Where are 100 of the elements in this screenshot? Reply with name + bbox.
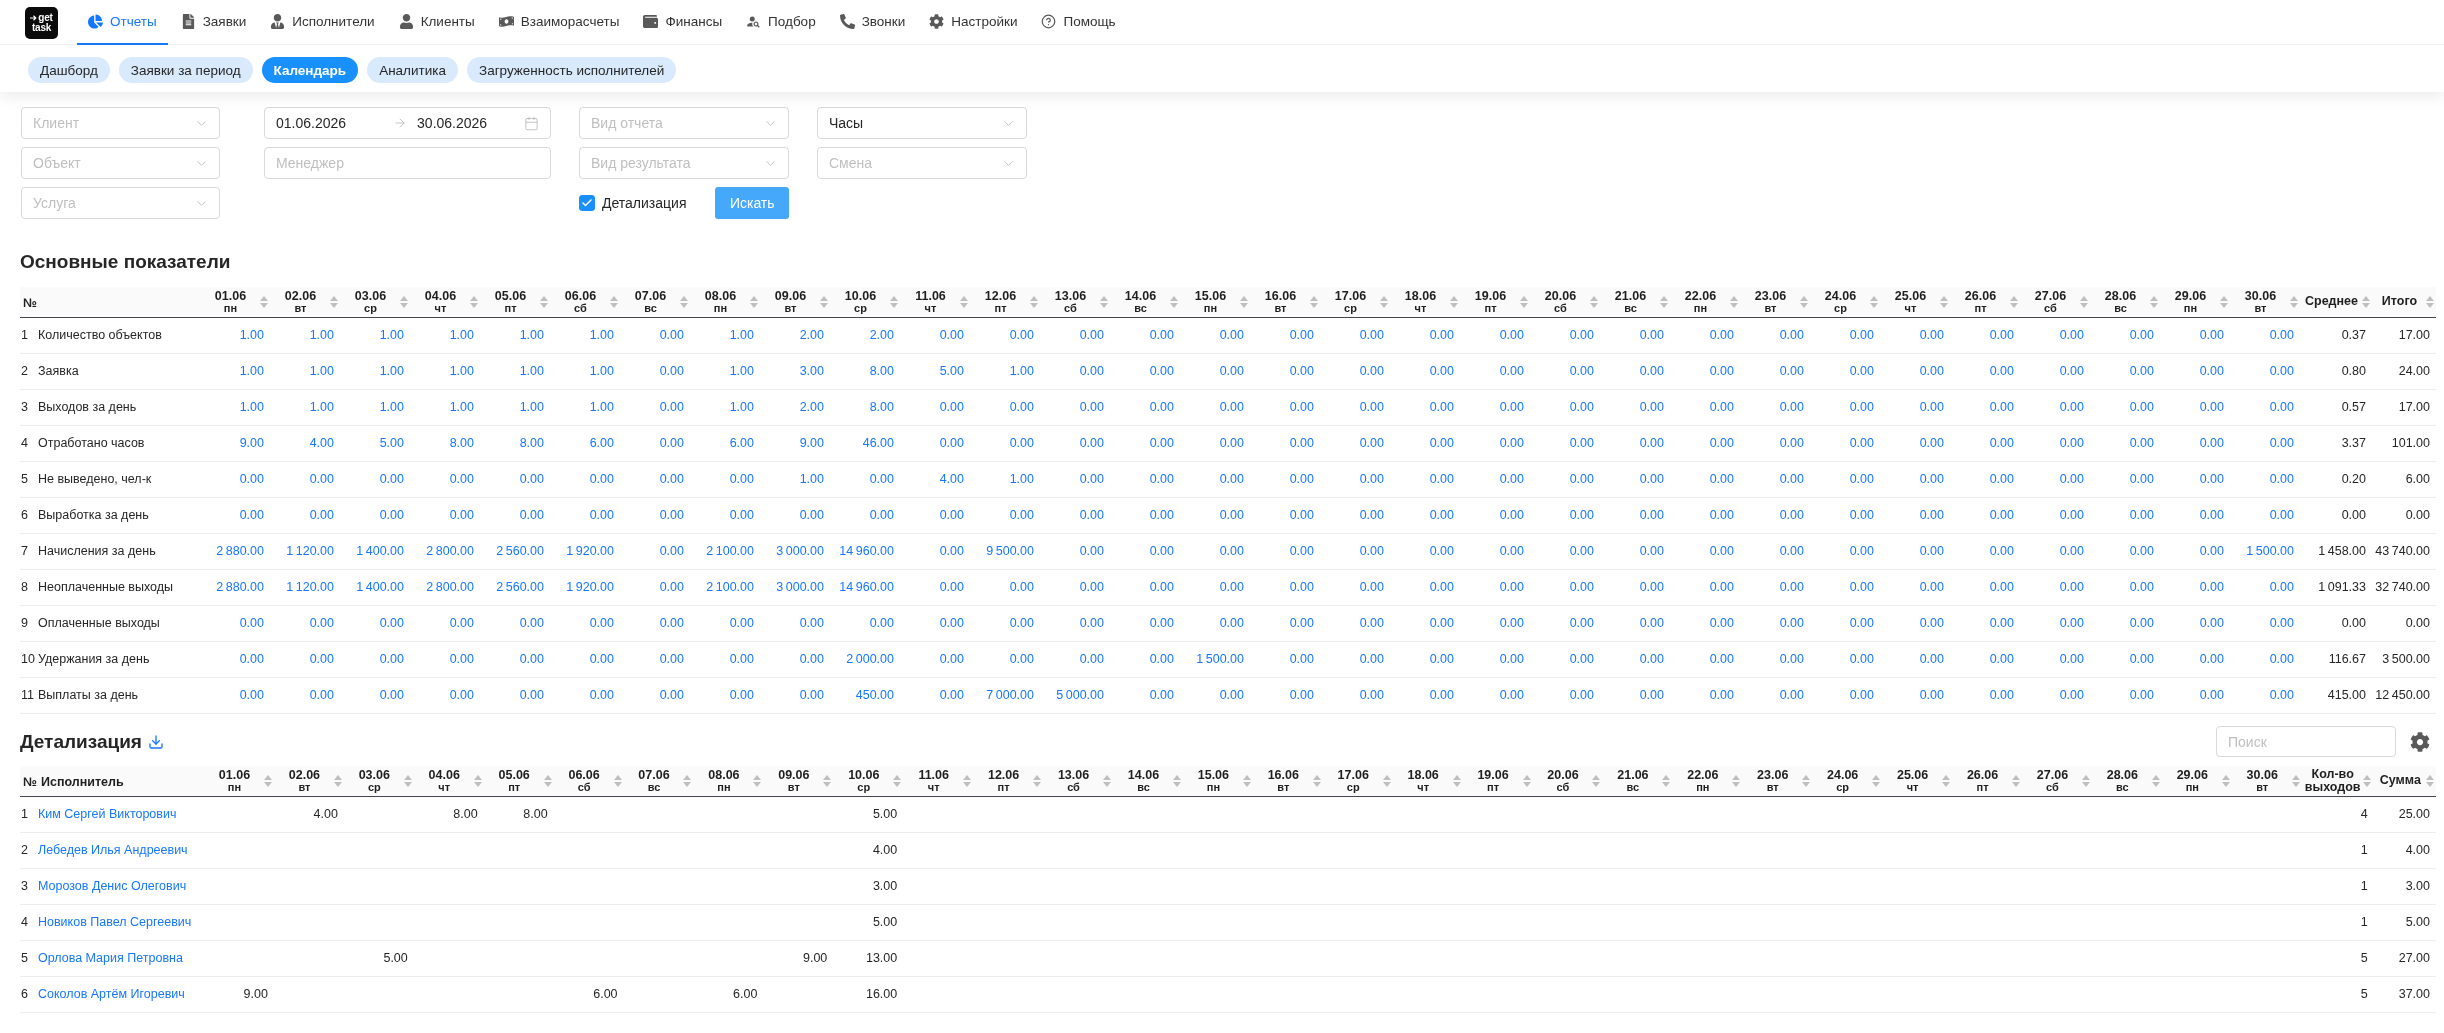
- performer-link[interactable]: Новиков Павел Сергеевич: [38, 915, 192, 929]
- performer-link[interactable]: Лебедев Илья Андреевич: [38, 843, 188, 857]
- settings-icon[interactable]: [2410, 731, 2430, 752]
- sort-icon[interactable]: [1240, 295, 1248, 308]
- sort-icon[interactable]: [1802, 774, 1811, 787]
- manager-field[interactable]: Менеджер: [264, 147, 551, 179]
- sort-icon[interactable]: [823, 774, 832, 787]
- sort-icon[interactable]: [963, 774, 972, 787]
- sort-icon[interactable]: [1310, 295, 1318, 308]
- sort-icon[interactable]: [1030, 295, 1038, 308]
- sort-icon[interactable]: [2220, 295, 2228, 308]
- sort-icon[interactable]: [2362, 774, 2371, 787]
- column-header: 15.06 пн: [1196, 768, 1230, 793]
- sort-icon[interactable]: [2290, 295, 2298, 308]
- sort-icon[interactable]: [470, 295, 478, 308]
- table-cell: 0.00: [1810, 677, 1880, 713]
- select-field[interactable]: Часы: [817, 107, 1027, 139]
- sort-icon[interactable]: [1732, 774, 1741, 787]
- sort-icon[interactable]: [1730, 295, 1738, 308]
- sort-icon[interactable]: [333, 774, 342, 787]
- sort-icon[interactable]: [1520, 295, 1528, 308]
- sort-icon[interactable]: [2080, 295, 2088, 308]
- sort-icon[interactable]: [1170, 295, 1178, 308]
- sort-icon[interactable]: [1172, 774, 1181, 787]
- sort-icon[interactable]: [403, 774, 412, 787]
- sort-icon[interactable]: [540, 295, 548, 308]
- sort-icon[interactable]: [1522, 774, 1531, 787]
- sort-icon[interactable]: [683, 774, 692, 787]
- row-label: Выходов за день: [38, 389, 200, 425]
- sub-tab[interactable]: Заявки за период: [118, 57, 253, 83]
- sort-icon[interactable]: [2221, 774, 2230, 787]
- table-cell: 0.00: [1110, 497, 1180, 533]
- sort-icon[interactable]: [1872, 774, 1881, 787]
- performer-link[interactable]: Ким Сергей Викторович: [38, 807, 177, 821]
- nav-tab[interactable]: Помощь: [1030, 0, 1127, 45]
- sort-icon[interactable]: [2150, 295, 2158, 308]
- sort-icon[interactable]: [960, 295, 968, 308]
- nav-tab[interactable]: Исполнители: [259, 0, 386, 45]
- nav-tab[interactable]: Финансы: [632, 0, 734, 45]
- sort-icon[interactable]: [1662, 774, 1671, 787]
- download-icon[interactable]: [147, 733, 164, 750]
- sort-icon[interactable]: [260, 295, 268, 308]
- sort-icon[interactable]: [753, 774, 762, 787]
- sort-icon[interactable]: [2426, 774, 2434, 787]
- date-range-field[interactable]: 01.06.2026 30.06.2026: [264, 107, 551, 139]
- sort-icon[interactable]: [1450, 295, 1458, 308]
- sort-icon[interactable]: [1800, 295, 1808, 308]
- sort-icon[interactable]: [2426, 295, 2434, 308]
- sort-icon[interactable]: [1592, 774, 1601, 787]
- sort-icon[interactable]: [2012, 774, 2020, 787]
- checkbox[interactable]: [579, 195, 595, 211]
- sort-icon[interactable]: [680, 295, 688, 308]
- sort-icon[interactable]: [1382, 774, 1391, 787]
- sort-icon[interactable]: [1590, 295, 1598, 308]
- nav-tab[interactable]: Подбор: [735, 0, 827, 45]
- sort-icon[interactable]: [263, 774, 272, 787]
- search-field[interactable]: Поиск: [2216, 726, 2396, 757]
- sort-icon[interactable]: [820, 295, 828, 308]
- nav-tab[interactable]: Отчеты: [77, 0, 168, 45]
- sort-icon[interactable]: [1380, 295, 1388, 308]
- sort-icon[interactable]: [2151, 774, 2160, 787]
- sort-icon[interactable]: [1103, 774, 1111, 787]
- sub-tab[interactable]: Аналитика: [367, 57, 458, 83]
- nav-tab[interactable]: Клиенты: [387, 0, 486, 45]
- nav-tab[interactable]: Настройки: [918, 0, 1029, 45]
- nav-tab[interactable]: Заявки: [169, 0, 258, 45]
- sort-icon[interactable]: [2081, 774, 2090, 787]
- sort-icon[interactable]: [400, 295, 408, 308]
- sort-icon[interactable]: [1100, 295, 1108, 308]
- sort-icon[interactable]: [2362, 295, 2370, 308]
- sort-icon[interactable]: [543, 774, 552, 787]
- performer-link[interactable]: Соколов Артём Игоревич: [38, 987, 185, 1001]
- sort-icon[interactable]: [1242, 774, 1251, 787]
- sort-icon[interactable]: [2291, 774, 2300, 787]
- sort-icon[interactable]: [893, 774, 902, 787]
- sort-icon[interactable]: [1452, 774, 1461, 787]
- sort-icon[interactable]: [1312, 774, 1321, 787]
- performer-link[interactable]: Морозов Денис Олегович: [38, 879, 187, 893]
- row-label: Неоплаченные выходы: [38, 569, 200, 605]
- sort-icon[interactable]: [1942, 774, 1951, 787]
- performer-link[interactable]: Орлова Мария Петровна: [38, 951, 183, 965]
- sub-tab[interactable]: Загруженность исполнителей: [467, 57, 677, 83]
- table-cell: 0.00: [1880, 425, 1950, 461]
- nav-tab[interactable]: Звонки: [828, 0, 917, 45]
- sort-icon[interactable]: [1660, 295, 1668, 308]
- sort-icon[interactable]: [1940, 295, 1948, 308]
- sort-icon[interactable]: [890, 295, 898, 308]
- logo[interactable]: get task: [25, 7, 58, 39]
- nav-tab[interactable]: Взаиморасчеты: [487, 0, 631, 45]
- table-cell: 0.00: [1950, 605, 2020, 641]
- sort-icon[interactable]: [1033, 774, 1042, 787]
- sort-icon[interactable]: [473, 774, 482, 787]
- sort-icon[interactable]: [613, 774, 622, 787]
- sort-icon[interactable]: [750, 295, 758, 308]
- sort-icon[interactable]: [610, 295, 618, 308]
- column-header: 04.06 чт: [423, 289, 458, 314]
- sub-tab[interactable]: Дашборд: [28, 57, 110, 83]
- sort-icon[interactable]: [330, 295, 338, 308]
- sort-icon[interactable]: [1870, 295, 1878, 308]
- sort-icon[interactable]: [2010, 295, 2018, 308]
